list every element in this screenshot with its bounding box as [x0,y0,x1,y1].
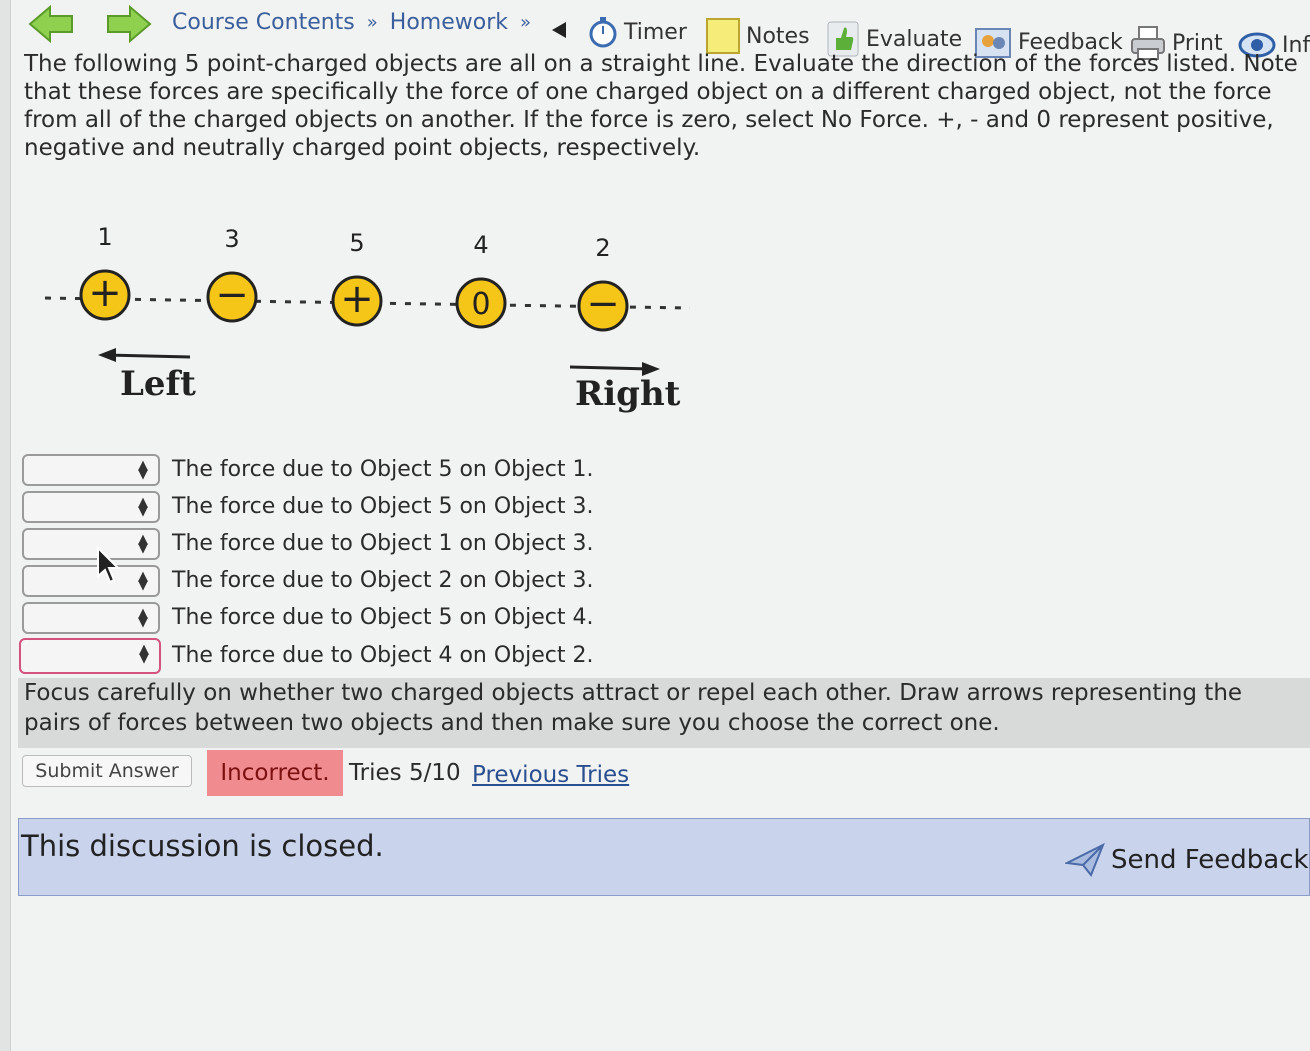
left-arrow [103,353,191,359]
timer-button[interactable]: Timer [588,16,687,48]
question-row: ▲ ▼ The force due to Object 4 on Object 2. [19,638,662,674]
question-text: The force due to Object 5 on Object 4. [172,605,594,630]
charge-object-1: 1+ [79,223,131,321]
question-row: ▲ ▼ The force due to Object 5 on Object 4. [22,602,662,634]
submit-answer-button[interactable]: Submit Answer [22,755,192,787]
send-feedback-label: Send Feedback [1111,845,1309,875]
charges-diagram: 1+3−5+402− Left Right [44,223,691,414]
hint-line: pairs of forces between two objects and … [24,710,1000,736]
breadcrumb: Course Contents » Homework » [172,10,537,35]
charge-object-5: 5+ [331,229,383,327]
problem-description: The following 5 point-charged objects ar… [24,50,1310,162]
question-text: The force due to Object 2 on Object 3. [172,568,594,593]
question-text: The force due to Object 1 on Object 3. [172,531,594,556]
hint-line: Focus carefully on whether two charged o… [24,680,1243,706]
status-badge: Incorrect. [207,750,343,796]
stopwatch-icon [589,17,617,48]
toolbar: Course Contents » Homework » Timer Notes… [18,0,1310,60]
force-direction-select[interactable]: ▲ ▼ [22,602,160,634]
right-arrow [569,365,653,371]
description-line: that these forces are specifically the f… [24,79,1272,105]
question-text: The force due to Object 4 on Object 2. [172,643,594,668]
mouse-cursor-icon [97,546,121,584]
send-feedback-button[interactable]: Send Feedback [1065,841,1309,879]
send-feedback-icon [1065,842,1105,877]
right-label: Right [575,374,681,414]
question-row: ▲ ▼ The force due to Object 5 on Object 1. [22,454,662,486]
charge-number: 1 [97,223,112,251]
charge-sign: − [586,281,620,327]
collapse-triangle-icon[interactable] [552,22,566,38]
question-text: The force due to Object 5 on Object 3. [172,494,594,519]
force-direction-select[interactable]: ▲ ▼ [22,528,160,560]
notes-button[interactable]: Notes [706,18,810,54]
select-arrows-icon: ▲ ▼ [138,458,148,482]
select-arrows-icon: ▲ ▼ [138,532,148,556]
timer-label: Timer [624,19,687,45]
breadcrumb-separator: » [520,12,532,33]
select-arrows-icon: ▲ ▼ [139,642,149,666]
left-arrowhead [98,348,116,362]
charge-number: 3 [224,225,239,253]
charge-sign: 0 [471,287,490,322]
breadcrumb-course-contents[interactable]: Course Contents [172,10,355,35]
breadcrumb-homework[interactable]: Homework [390,10,508,35]
charge-number: 5 [349,229,364,257]
question-row: ▲ ▼ The force due to Object 5 on Object 3. [22,491,662,523]
description-line: from all of the charged objects on anoth… [24,107,1274,133]
tries-count: Tries 5/10 [349,760,461,786]
charge-number: 4 [473,231,488,259]
select-arrows-icon: ▲ ▼ [138,495,148,519]
left-label: Left [120,364,196,404]
charge-sign: + [340,276,374,322]
notepad-icon [706,18,740,54]
charge-object-2: 2− [577,234,629,332]
forward-arrow-icon[interactable] [106,4,152,44]
charge-object-4: 40 [455,231,507,329]
discussion-status: This discussion is closed. [21,829,384,863]
evaluate-label: Evaluate [866,26,963,52]
back-arrow-icon[interactable] [28,4,74,44]
previous-tries-link[interactable]: Previous Tries [472,762,629,788]
window-edge [0,0,11,1051]
description-line: negative and neutrally charged point obj… [24,135,701,161]
charge-object-3: 3− [206,225,258,323]
charge-number: 2 [595,234,610,262]
notes-label: Notes [746,23,810,49]
select-arrows-icon: ▲ ▼ [138,606,148,630]
select-arrows-icon: ▲ ▼ [138,569,148,593]
question-text: The force due to Object 5 on Object 1. [172,457,594,482]
breadcrumb-separator: » [366,12,378,33]
force-direction-select[interactable]: ▲ ▼ [22,491,160,523]
hint-box: Focus carefully on whether two charged o… [18,678,1310,748]
description-line: The following 5 point-charged objects ar… [24,51,1298,77]
force-direction-select[interactable]: ▲ ▼ [22,454,160,486]
force-direction-select[interactable]: ▲ ▼ [22,565,160,597]
charge-sign: + [88,270,122,316]
charge-sign: − [215,272,249,318]
force-direction-select[interactable]: ▲ ▼ [19,638,161,674]
discussion-panel: This discussion is closed. Send Feedback [18,818,1310,896]
